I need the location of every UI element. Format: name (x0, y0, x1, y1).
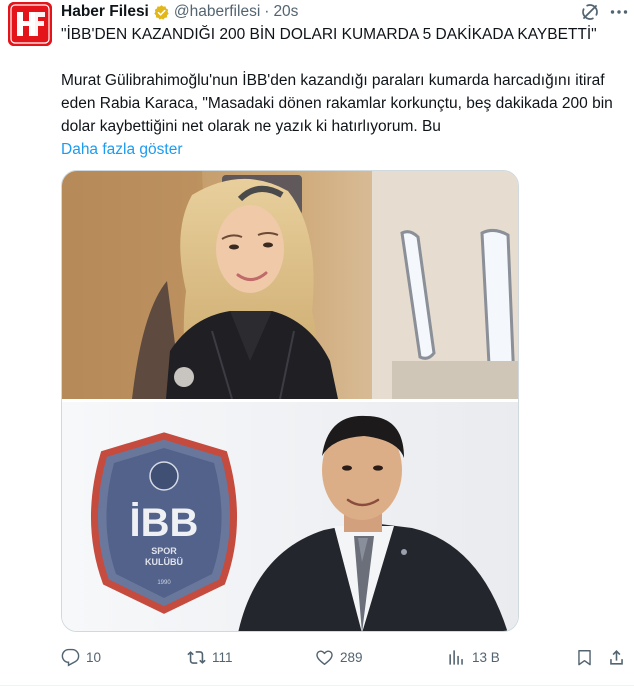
separator-dot: · (264, 3, 270, 20)
bookmark-icon (578, 649, 591, 665)
tweet-headline: "İBB'DEN KAZANDIĞI 200 BİN DOLARI KUMARD… (61, 26, 597, 43)
reply-count: 10 (86, 649, 102, 665)
photo-woman-in-jet[interactable] (62, 171, 518, 399)
tweet-text: "İBB'DEN KAZANDIĞI 200 BİN DOLARI KUMARD… (61, 23, 626, 161)
ibb-spor-kulubu-logo: İBB SPOR KULÜBÜ 1990 (91, 432, 237, 614)
action-bar: 10 111 289 13 B (61, 645, 626, 669)
tweet-body: Murat Gülibrahimoğlu'nun İBB'den kazandı… (61, 72, 613, 135)
svg-text:SPOR: SPOR (151, 546, 177, 556)
share-button[interactable] (607, 645, 626, 669)
photo-man-with-ibb-logo[interactable]: İBB SPOR KULÜBÜ 1990 (62, 402, 518, 631)
like-button[interactable]: 289 (315, 645, 363, 669)
haber-filesi-logo (8, 2, 52, 46)
svg-text:1990: 1990 (157, 580, 171, 586)
svg-text:KULÜBÜ: KULÜBÜ (145, 557, 183, 567)
tweet[interactable]: Haber Filesi @haberfilesi · 20s "İBB'DEN… (0, 0, 634, 686)
repost-button[interactable]: 111 (187, 645, 233, 669)
like-count: 289 (340, 649, 363, 665)
reply-icon (61, 648, 80, 666)
views-icon (449, 649, 463, 665)
tweet-header: Haber Filesi @haberfilesi · 20s (61, 1, 298, 23)
share-icon (610, 649, 623, 665)
show-more-link[interactable]: Daha fazla göster (61, 138, 183, 161)
display-name[interactable]: Haber Filesi (61, 3, 149, 21)
media-container: İBB SPOR KULÜBÜ 1990 (61, 170, 519, 632)
reply-button[interactable]: 10 (61, 645, 101, 669)
repost-icon (187, 650, 206, 664)
avatar[interactable] (8, 2, 52, 46)
repost-count: 111 (212, 649, 233, 665)
more-options-icon[interactable] (608, 1, 630, 23)
like-icon (316, 649, 333, 665)
post-time[interactable]: 20s (273, 3, 298, 21)
svg-text:İBB: İBB (130, 501, 199, 545)
verified-badge-icon[interactable] (153, 4, 170, 21)
bookmark-button[interactable] (575, 645, 594, 669)
views-count: 13 B (472, 649, 500, 665)
user-handle[interactable]: @haberfilesi (174, 3, 260, 21)
views-button[interactable]: 13 B (447, 645, 500, 669)
grok-icon[interactable] (579, 1, 601, 23)
